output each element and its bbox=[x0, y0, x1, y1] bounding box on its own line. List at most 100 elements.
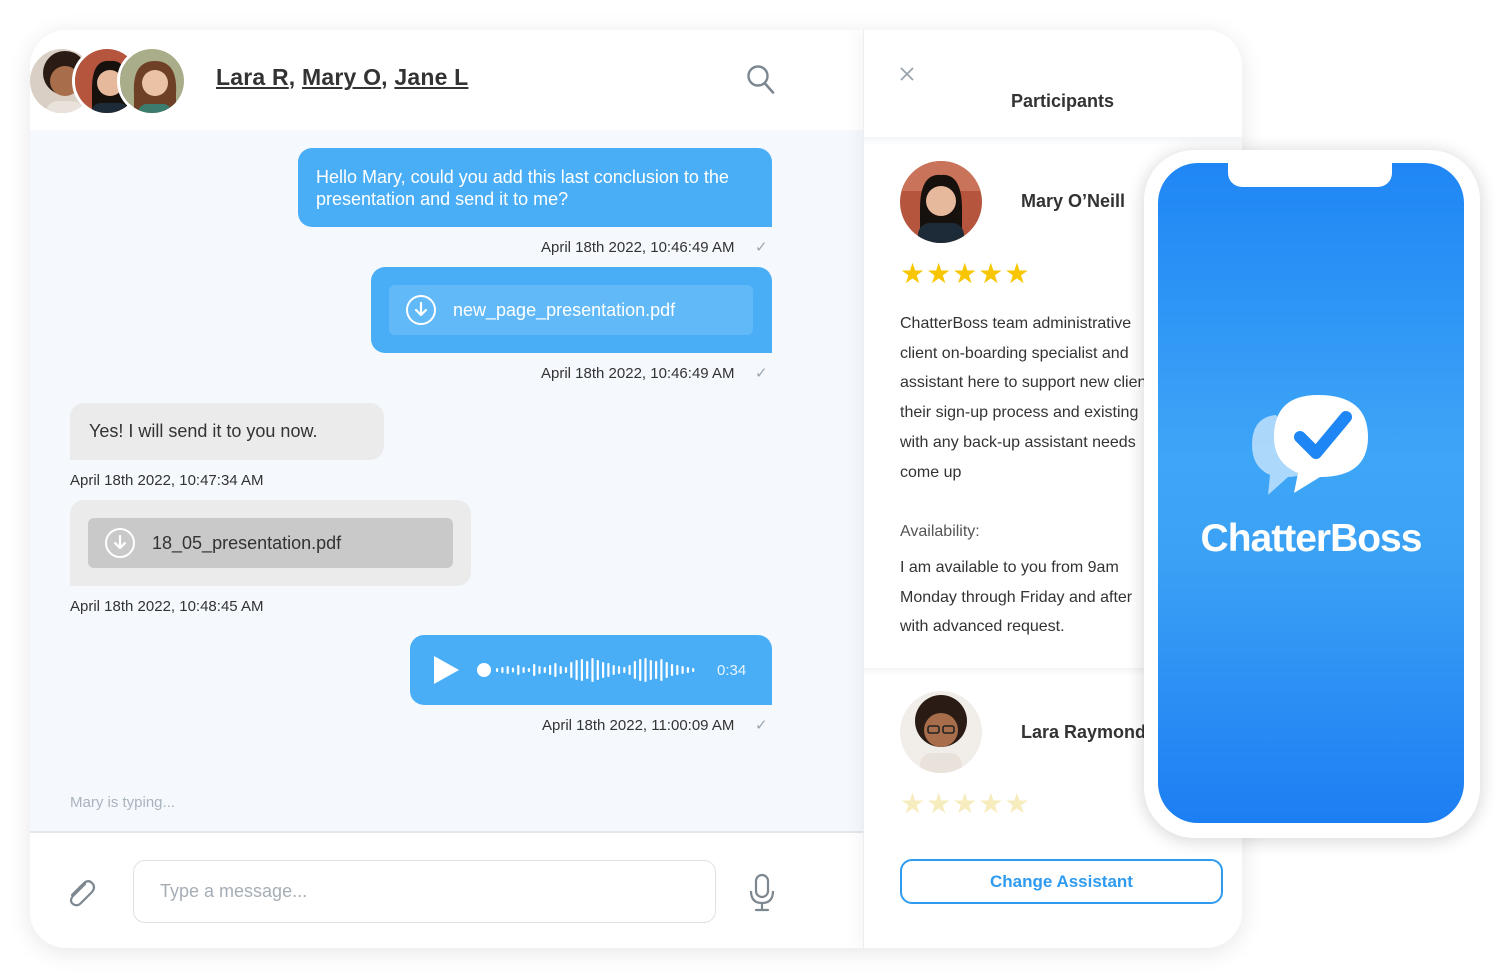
read-check-icon: ✓ bbox=[755, 717, 768, 734]
participant-avatars[interactable] bbox=[30, 46, 190, 116]
waveform-bar bbox=[681, 666, 684, 674]
waveform-bar bbox=[612, 665, 615, 675]
message-composer bbox=[30, 831, 863, 948]
waveform-bar bbox=[570, 662, 573, 678]
search-icon[interactable] bbox=[746, 64, 776, 96]
waveform-bar bbox=[501, 667, 504, 673]
title-separator-1: , bbox=[288, 64, 302, 90]
message-timestamp: April 18th 2022, 10:48:45 AM bbox=[70, 598, 264, 615]
waveform-bar bbox=[496, 668, 499, 672]
chat-card: Lara R, Mary O, Jane L Hello Mary, could… bbox=[30, 30, 1242, 948]
message-timestamp: April 18th 2022, 10:46:49 AM bbox=[541, 239, 735, 256]
message-outgoing-text: Hello Mary, could you add this last conc… bbox=[298, 148, 772, 227]
read-check-icon: ✓ bbox=[755, 365, 768, 382]
file-name: new_page_presentation.pdf bbox=[453, 299, 676, 320]
chat-header: Lara R, Mary O, Jane L bbox=[30, 30, 863, 130]
waveform-bar bbox=[676, 665, 679, 675]
waveform-bar bbox=[591, 658, 594, 682]
file-attachment-button[interactable]: 18_05_presentation.pdf bbox=[88, 518, 453, 568]
participant-avatar bbox=[900, 161, 982, 243]
close-icon[interactable] bbox=[897, 64, 917, 84]
participant-name: Lara Raymond bbox=[1021, 722, 1147, 742]
availability-text: I am available to you from 9am Monday th… bbox=[900, 553, 1160, 642]
waveform-bar bbox=[554, 663, 557, 677]
waveform-bar bbox=[511, 667, 515, 673]
waveform-bar bbox=[617, 666, 621, 674]
paperclip-icon[interactable] bbox=[63, 875, 99, 911]
waveform-bar bbox=[644, 658, 647, 682]
waveform-bar bbox=[549, 665, 552, 675]
microphone-icon[interactable] bbox=[747, 873, 777, 913]
availability-label: Availability: bbox=[900, 523, 980, 540]
audio-duration: 0:34 bbox=[717, 662, 747, 679]
waveform-bar bbox=[623, 667, 626, 673]
waveform-bar bbox=[633, 661, 636, 679]
chat-pane: Lara R, Mary O, Jane L Hello Mary, could… bbox=[30, 30, 863, 948]
change-assistant-button[interactable]: Change Assistant bbox=[900, 859, 1223, 904]
waveform-bar bbox=[686, 667, 689, 673]
availability-line: I am available to you from 9am bbox=[900, 559, 1119, 576]
waveform-bar bbox=[649, 660, 652, 680]
bio-line: come up bbox=[900, 463, 962, 481]
bio-line: client on-boarding specialist and bbox=[900, 344, 1129, 362]
message-outgoing-audio: 0:34 bbox=[410, 635, 772, 705]
waveform-bar bbox=[586, 661, 589, 679]
typing-indicator: Mary is typing... bbox=[70, 794, 176, 811]
waveform-bar bbox=[665, 662, 668, 678]
waveform-bar bbox=[639, 659, 642, 681]
waveform-bar bbox=[533, 664, 536, 676]
stage: Lara R, Mary O, Jane L Hello Mary, could… bbox=[0, 0, 1500, 978]
rating-stars[interactable]: ★★★★★ bbox=[900, 257, 1031, 290]
chat-title[interactable]: Lara R, Mary O, Jane L bbox=[216, 64, 468, 91]
avatar-jane bbox=[117, 46, 187, 116]
title-separator-2: , bbox=[381, 64, 395, 90]
download-icon bbox=[406, 295, 436, 325]
participant-bio: ChatterBoss team administrative client o… bbox=[900, 309, 1160, 487]
title-name-1[interactable]: Lara R bbox=[216, 64, 289, 90]
waveform-bar bbox=[575, 660, 578, 680]
availability-line: Monday through Friday and after bbox=[900, 588, 1133, 606]
waveform-bar bbox=[655, 661, 658, 679]
phone-screen: ChatterBoss bbox=[1158, 163, 1464, 823]
waveform-bar bbox=[564, 667, 568, 673]
waveform-bar bbox=[559, 666, 562, 674]
message-incoming-text: Yes! I will send it to you now. bbox=[70, 403, 384, 460]
waveform-bar bbox=[527, 668, 530, 672]
waveform-bar bbox=[692, 668, 695, 672]
title-name-3[interactable]: Jane L bbox=[394, 64, 468, 90]
message-outgoing-file: new_page_presentation.pdf bbox=[371, 267, 772, 353]
message-timestamp: April 18th 2022, 11:00:09 AM bbox=[542, 717, 735, 734]
waveform-bar bbox=[602, 662, 605, 678]
participant-name: Mary O’Neill bbox=[1021, 191, 1126, 211]
waveform-bar bbox=[580, 659, 583, 681]
availability-line: with advanced request. bbox=[900, 618, 1065, 636]
phone-mockup: ChatterBoss bbox=[1144, 150, 1480, 838]
rating-stars[interactable]: ★★★★★ bbox=[900, 787, 1031, 820]
phone-notch bbox=[1228, 163, 1392, 187]
waveform-bar bbox=[506, 666, 509, 674]
waveform-bar bbox=[517, 665, 520, 675]
file-attachment-button[interactable]: new_page_presentation.pdf bbox=[389, 285, 753, 335]
waveform-bar bbox=[596, 660, 599, 680]
waveform-bar bbox=[607, 663, 610, 677]
message-input[interactable] bbox=[133, 860, 716, 923]
bio-line: ChatterBoss team administrative bbox=[900, 315, 1132, 332]
file-name: 18_05_presentation.pdf bbox=[152, 532, 342, 553]
message-timestamp: April 18th 2022, 10:46:49 AM bbox=[541, 365, 735, 382]
participants-title: Participants bbox=[1010, 91, 1115, 111]
title-name-2[interactable]: Mary O bbox=[302, 64, 381, 90]
bio-line: their sign-up process and existing bbox=[900, 404, 1139, 422]
message-timestamp: April 18th 2022, 10:47:34 AM bbox=[70, 472, 264, 489]
chat-bubble-check-icon bbox=[1252, 395, 1368, 495]
read-check-icon: ✓ bbox=[755, 239, 768, 256]
audio-scrubber-handle[interactable] bbox=[477, 663, 491, 677]
waveform-bar bbox=[670, 664, 674, 676]
participant-avatar bbox=[900, 691, 982, 773]
bio-line: with any back-up assistant needs bbox=[900, 433, 1136, 451]
download-icon bbox=[105, 528, 135, 558]
audio-waveform[interactable] bbox=[476, 657, 700, 683]
brand-name: ChatterBoss bbox=[1200, 517, 1423, 560]
waveform-bar bbox=[538, 666, 541, 674]
play-icon[interactable] bbox=[432, 655, 460, 685]
waveform-bar bbox=[660, 659, 663, 681]
